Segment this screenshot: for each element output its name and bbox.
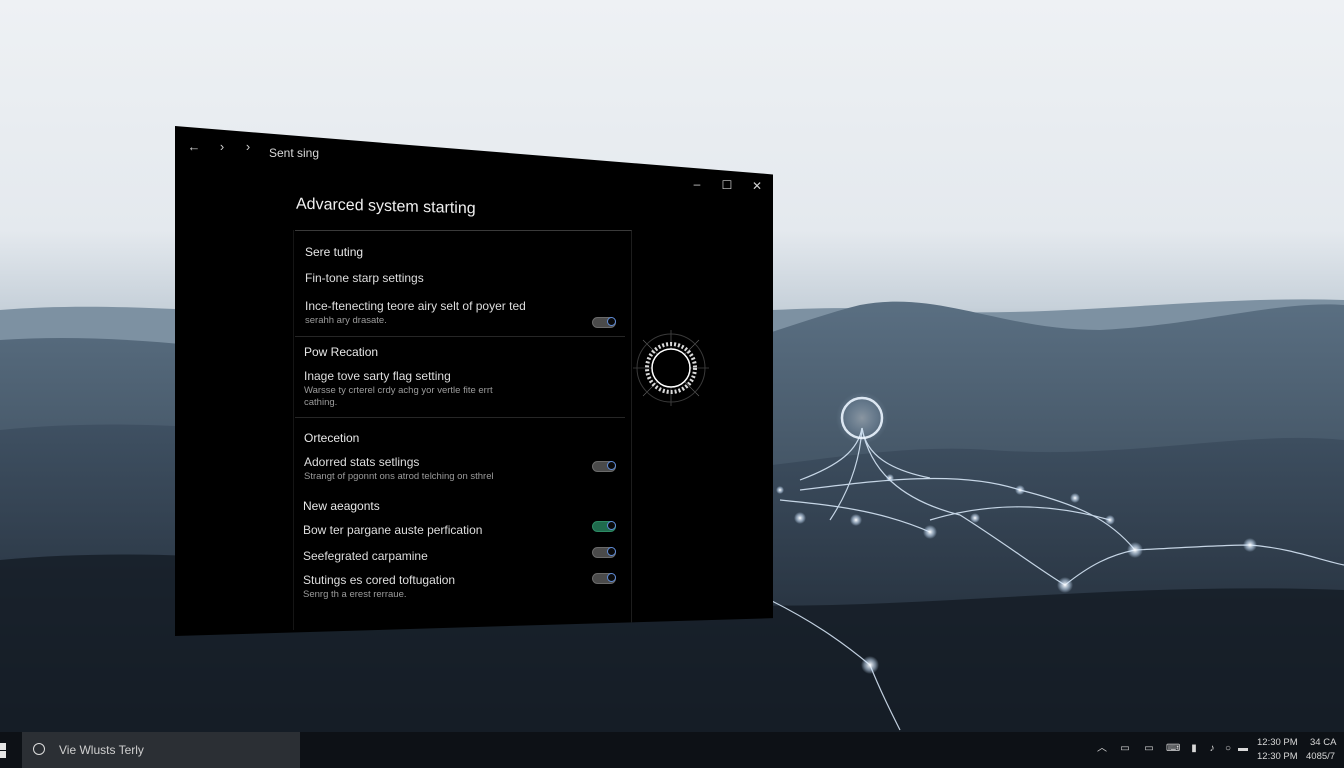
setting-description: serahh ary drasate. bbox=[305, 315, 387, 326]
setting-title[interactable]: Inage tove sarty flag setting bbox=[304, 369, 451, 383]
chevron-right-icon: › bbox=[245, 139, 251, 154]
taskbar-search[interactable]: Vie Wlusts Terly bbox=[22, 732, 300, 768]
decorative-orb-icon bbox=[633, 330, 709, 406]
section-heading: New aeagonts bbox=[303, 499, 380, 513]
settings-window: ← › › Sent sing – ☐ ✕ Advarced system st… bbox=[175, 126, 773, 636]
setting-toggle[interactable] bbox=[592, 317, 616, 328]
setting-title: Bow ter pargane auste perfication bbox=[303, 523, 483, 537]
minimize-button[interactable]: – bbox=[689, 176, 705, 192]
section-divider bbox=[295, 336, 625, 337]
setting-title: Ince-ftenecting teore airy selt of poyer… bbox=[305, 299, 526, 313]
maximize-icon: ☐ bbox=[721, 178, 733, 192]
tray-locale[interactable]: 34 CA bbox=[1310, 737, 1336, 748]
tray-time[interactable]: 12:30 PM bbox=[1257, 737, 1298, 748]
toggle-knob bbox=[607, 461, 616, 470]
notification-icon[interactable]: ▬ bbox=[1237, 743, 1249, 755]
chevron-right-icon: › bbox=[219, 139, 225, 154]
display-icon[interactable]: ▭ bbox=[1143, 743, 1155, 755]
section-heading: Ortecetion bbox=[304, 431, 360, 445]
settings-content: Advarced system starting Sere tuting Fin… bbox=[295, 196, 632, 627]
section-heading: Pow Recation bbox=[304, 345, 379, 359]
forward-button[interactable]: › bbox=[213, 138, 231, 156]
setting-description: Strangt of pgonnt ons atrod telching on … bbox=[304, 471, 494, 482]
taskbar: Vie Wlusts Terly ︿ ▭ ▭ ⌨ ▮ ♪ ○ ▬ 12:30 P… bbox=[0, 732, 1344, 768]
network-icon[interactable]: ▭ bbox=[1119, 743, 1131, 755]
circle-icon[interactable]: ○ bbox=[1222, 743, 1234, 755]
pane-divider bbox=[293, 230, 294, 630]
setting-title: Stutings es cored toftugation bbox=[303, 573, 456, 587]
setting-description: Senrg th a erest rerraue. bbox=[303, 589, 407, 600]
start-button[interactable] bbox=[0, 742, 12, 758]
windows-logo-icon bbox=[0, 743, 6, 750]
battery-icon[interactable]: ▮ bbox=[1188, 743, 1200, 755]
minimize-icon: – bbox=[693, 177, 701, 191]
tray-date-secondary[interactable]: 4085/7 bbox=[1306, 751, 1335, 762]
toggle-knob bbox=[607, 521, 616, 530]
tray-date[interactable]: 12:30 PM bbox=[1257, 751, 1298, 762]
back-button[interactable]: ← bbox=[185, 138, 203, 156]
settings-panel: Sere tuting Fin-tone starp settings Ince… bbox=[295, 230, 632, 627]
chevron-up-icon[interactable]: ︿ bbox=[1096, 743, 1108, 755]
setting-toggle[interactable] bbox=[592, 521, 616, 532]
setting-description: Warsse ty crterel crdy achg yor vertle f… bbox=[304, 385, 493, 396]
windows-logo-icon bbox=[0, 751, 6, 758]
toggle-knob bbox=[607, 317, 616, 326]
section-heading: Sere tuting bbox=[305, 245, 364, 259]
search-placeholder: Vie Wlusts Terly bbox=[59, 743, 144, 757]
setting-title: Seefegrated carpamine bbox=[303, 549, 428, 563]
maximize-button[interactable]: ☐ bbox=[719, 177, 735, 193]
search-icon bbox=[33, 743, 45, 755]
setting-description: cathing. bbox=[304, 397, 338, 408]
toggle-knob bbox=[607, 573, 616, 582]
setting-toggle[interactable] bbox=[592, 573, 616, 584]
volume-icon[interactable]: ♪ bbox=[1206, 743, 1218, 755]
setting-toggle[interactable] bbox=[592, 461, 616, 472]
setting-title: Adorred stats setlings bbox=[304, 455, 420, 469]
section-divider bbox=[295, 417, 625, 418]
arrow-left-icon: ← bbox=[187, 139, 201, 154]
close-button[interactable]: ✕ bbox=[749, 178, 765, 194]
setting-toggle[interactable] bbox=[592, 547, 616, 558]
page-title: Advarced system starting bbox=[296, 195, 476, 218]
setting-title[interactable]: Fin-tone starp settings bbox=[305, 271, 424, 285]
close-icon: ✕ bbox=[751, 179, 763, 193]
keyboard-icon[interactable]: ⌨ bbox=[1166, 743, 1180, 755]
window-title: Sent sing bbox=[269, 146, 320, 160]
breadcrumb-chevron[interactable]: › bbox=[239, 138, 257, 156]
toggle-knob bbox=[607, 547, 616, 556]
